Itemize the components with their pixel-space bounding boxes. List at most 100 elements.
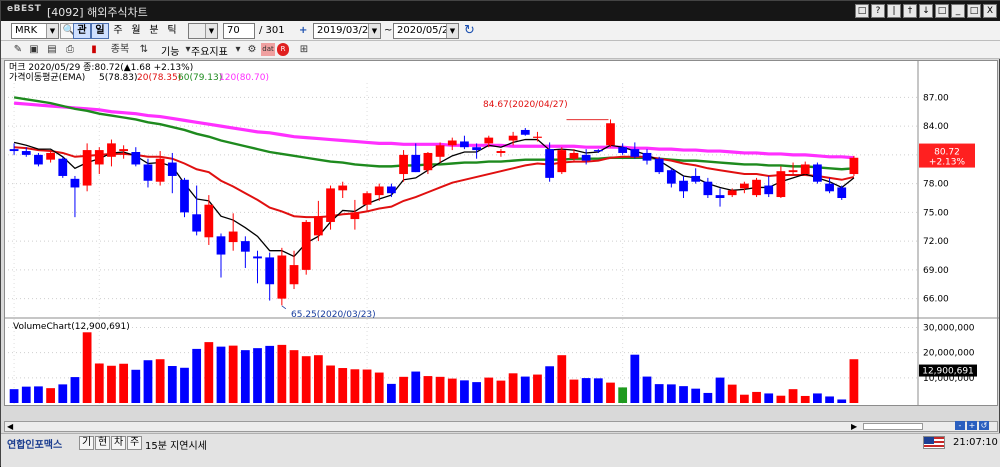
volume-bar [764,393,774,403]
period-week[interactable]: 주 [109,23,127,39]
save-icon[interactable]: ▣ [27,43,41,56]
candle-body [520,129,530,135]
count-input[interactable]: 70 [223,23,255,39]
volume-bar [192,348,202,403]
candle-body [362,193,372,205]
scroll-right-icon[interactable]: ▶ [851,422,857,431]
data-icon[interactable]: dat [261,43,275,56]
chevron-down-icon[interactable]: ▼ [446,24,458,38]
us-flag-icon [923,436,945,449]
candle-body [387,186,396,194]
price-tick-label: 69.00 [923,266,949,276]
window-button-7[interactable]: □ [967,4,981,18]
candle-body [752,179,761,196]
tab-kwan[interactable]: 관 [73,23,91,39]
status-bar: 연합인포맥스 기 현 차 주 15분 지연시세 21:07:10 [1,433,1000,467]
candle-body [545,149,555,178]
window-button-8[interactable]: X [983,4,997,18]
candle-body [642,152,652,161]
refresh-icon[interactable]: ↻ [464,23,475,38]
window-button-3[interactable]: † [903,4,917,18]
window-controls: □? | † ↓ □ _ □ X [855,4,997,18]
volume-bar [228,345,238,403]
print-icon[interactable]: ⎙ [63,43,77,56]
zoom-slider[interactable] [863,423,923,430]
candle-body [326,188,335,222]
date-from-combo[interactable]: 2019/03/21 ▼ [313,23,381,39]
status-btn-cha[interactable]: 차 [111,436,127,450]
candle-body [618,147,628,153]
window-button-0[interactable]: □ [855,4,869,18]
zoom-in-icon[interactable]: + [967,421,977,430]
candle-body [447,140,457,146]
buy-sell-label[interactable]: 종복 [109,43,131,56]
volume-bar [107,365,116,403]
volume-bar [679,386,688,403]
plus-icon[interactable]: + [299,25,307,36]
volume-bar [581,378,591,403]
pen-icon[interactable]: ✎ [11,43,25,56]
candle-body [228,231,238,243]
status-btn-hyeon[interactable]: 현 [95,436,111,450]
horizontal-scrollbar[interactable]: ◀ ▶ - + ↺ [4,421,998,432]
scroll-left-icon[interactable]: ◀ [7,422,13,431]
brand-logo: eBEST [7,4,42,14]
candle-body [849,157,859,175]
volume-bar [557,355,567,403]
volume-bar [155,359,165,403]
chart-area[interactable]: 87.0084.0081.0078.0075.0072.0069.0066.00… [4,60,999,419]
function-menu[interactable]: 기능 [161,43,179,58]
candle-body [265,257,275,285]
gear-icon[interactable]: ⚙ [245,43,259,56]
period-minute[interactable]: 분 [145,23,163,39]
period-tick[interactable]: 틱 [163,23,181,39]
window-button-4[interactable]: ↓ [919,4,933,18]
tick-unit-combo[interactable]: ▼ [188,23,218,39]
delay-notice: 15분 지연시세 [145,441,207,452]
window-button-6[interactable]: _ [951,4,965,18]
status-btn-ju[interactable]: 주 [127,436,143,450]
status-btn-gi[interactable]: 기 [79,436,95,450]
chart-labels: 머크 2020/05/29 종:80.72(▲1.68 +2.13%) 가격이동… [9,62,568,332]
period-day[interactable]: 일 [91,23,109,39]
window-button-5[interactable]: □ [935,4,949,18]
alert-icon[interactable]: R [277,43,289,56]
chevron-down-icon[interactable]: ▼ [368,24,380,38]
volume-bar [313,355,323,403]
zoom-out-icon[interactable]: - [955,421,965,430]
layout-icon[interactable]: ▤ [45,43,59,56]
chevron-down-icon[interactable]: ▼ [46,24,58,38]
volume-bar [82,332,92,403]
volume-bar [703,392,713,403]
period-month[interactable]: 월 [127,23,145,39]
expand-icon[interactable]: ⊞ [297,43,311,56]
window-button-1[interactable]: ? [871,4,885,18]
candle-body [654,158,664,173]
candle-body [399,154,408,175]
candle-body [813,164,822,182]
chevron-down-icon[interactable]: ▼ [205,24,217,38]
volume-bar [642,376,652,403]
candle-body [350,212,360,220]
volume-bar [374,372,384,403]
main-toolbar: MRK ▼ 🔍 관 일 주 월 분 틱 ▼ 70 / 301 + 2019/03… [1,21,1000,41]
volume-bar [289,350,299,403]
candle-body [338,185,348,191]
candle-body [204,204,214,238]
volume-label: VolumeChart(12,900,691) [13,322,130,332]
bars-icon[interactable]: ▮ [87,43,101,56]
chevron-down-icon[interactable]: ▾ [231,43,245,56]
candle-body [533,136,542,138]
symbol-combo[interactable]: MRK ▼ [11,23,59,39]
candle-body [508,135,518,141]
volume-bar [167,366,177,403]
candle-body [679,180,688,192]
date-to-combo[interactable]: 2020/05/29 ▼ [393,23,459,39]
sort-icon[interactable]: ⇅ [137,43,151,56]
indicators-menu[interactable]: 주요지표 [191,43,228,58]
reset-icon[interactable]: ↺ [979,421,989,430]
price-volume-chart[interactable]: 87.0084.0081.0078.0075.0072.0069.0066.00… [5,61,999,419]
high-annotation: 84.67(2020/04/27) [483,100,568,110]
volume-bar [21,386,31,403]
window-button-2[interactable]: | [887,4,901,18]
